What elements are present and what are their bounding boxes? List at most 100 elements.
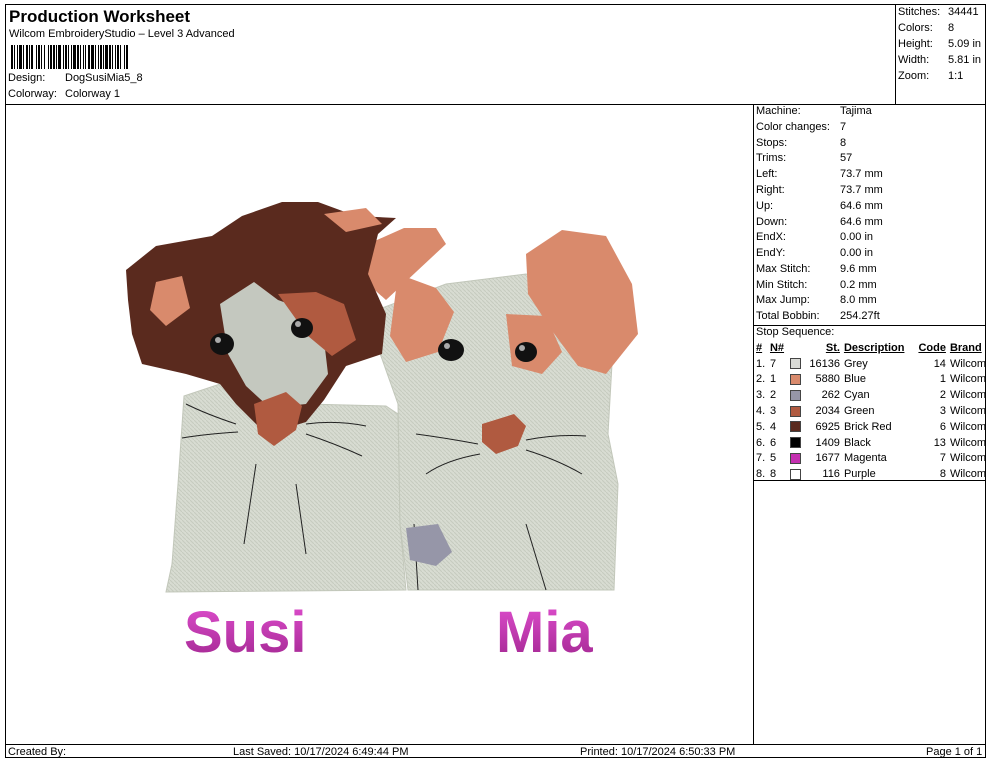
design-row: Design: DogSusiMia5_8 (8, 72, 143, 84)
machine-value: 0.00 in (840, 231, 874, 243)
col-swatch (790, 340, 806, 356)
stat-label: Stitches: (898, 6, 941, 18)
color-swatch (789, 468, 801, 480)
machine-panel: Machine: Tajima Color changes: 7 Stops: 8 T… (753, 104, 986, 744)
stats-panel: Stitches: 34441 Colors: 8 Height: 5.09 in W… (895, 5, 986, 105)
stat-value: 34441 (948, 6, 979, 18)
footer: Created By: Last Saved: 10/17/2024 6:49:… (6, 744, 985, 759)
stop-sequence-table: # N# St. Description Code Brand 1. 7 16136… (754, 340, 986, 482)
seq-swatch (789, 372, 806, 388)
machine-label: Machine: (756, 105, 801, 117)
col-num: # (756, 341, 763, 354)
stop-sequence-title: Stop Sequence: (756, 326, 835, 338)
machine-label: Min Stitch: (756, 279, 808, 291)
seq-stitches: 1409 (815, 436, 840, 449)
susi-eye-right (291, 318, 313, 338)
machine-label: Down: (756, 216, 788, 228)
color-swatch (789, 453, 801, 465)
stat-label: Width: (898, 54, 930, 66)
col-description: Description (843, 341, 905, 354)
color-swatch (789, 374, 801, 386)
machine-value: 9.6 mm (840, 263, 877, 275)
seq-description: Cyan (843, 389, 870, 402)
seq-code: 6 (939, 420, 946, 433)
seq-num: 6. (756, 436, 766, 449)
machine-row: Machine: Tajima (756, 105, 872, 121)
stat-value: 8 (948, 22, 955, 34)
seq-swatch (789, 451, 806, 467)
design-value: DogSusiMia5_8 (65, 72, 143, 84)
barcode (11, 45, 243, 69)
machine-row: EndY: 0.00 in (756, 247, 873, 263)
stat-label: Height: (898, 38, 933, 50)
machine-label: Total Bobbin: (756, 310, 820, 322)
seq-num: 4. (756, 405, 766, 418)
table-row: 6. 6 1409 Black 13 Wilcom (754, 435, 986, 451)
seq-stitches: 16136 (809, 357, 840, 370)
seq-code: 3 (939, 405, 946, 418)
table-row: 4. 3 2034 Green 3 Wilcom (754, 403, 986, 419)
seq-num: 5. (756, 420, 766, 433)
machine-label: Color changes: (756, 121, 830, 133)
seq-brand: Wilcom (949, 436, 986, 449)
seq-swatch (789, 435, 806, 451)
seq-code: 14 (933, 357, 946, 370)
machine-row: Max Jump: 8.0 mm (756, 294, 877, 310)
machine-value: 8 (840, 137, 847, 149)
seq-swatch (789, 403, 806, 419)
mia-name: Mia (496, 600, 593, 665)
seq-swatch (789, 356, 806, 372)
stat-value: 1:1 (948, 70, 964, 82)
seq-needle: 1 (769, 373, 777, 386)
machine-row: Left: 73.7 mm (756, 168, 883, 184)
seq-brand: Wilcom (949, 420, 986, 433)
machine-row: Trims: 57 (756, 152, 852, 168)
seq-swatch (789, 387, 806, 403)
machine-value: 0.2 mm (840, 279, 877, 291)
susi-eye-left (210, 333, 234, 355)
col-code: Code (918, 341, 946, 354)
machine-label: Right: (756, 184, 785, 196)
machine-label: Left: (756, 168, 778, 180)
seq-stitches: 5880 (815, 373, 840, 386)
seq-swatch (789, 419, 806, 435)
seq-num: 3. (756, 389, 766, 402)
design-label: Design: (8, 72, 46, 84)
color-swatch (789, 405, 801, 417)
seq-needle: 3 (769, 405, 777, 418)
seq-code: 7 (939, 452, 946, 465)
stat-row: Colors: 8 (898, 22, 954, 34)
seq-description: Green (843, 405, 875, 418)
seq-brand: Wilcom (949, 389, 986, 402)
machine-label: Max Jump: (756, 294, 810, 306)
machine-row: Max Stitch: 9.6 mm (756, 263, 877, 279)
colorway-value: Colorway 1 (65, 88, 121, 100)
machine-value: 64.6 mm (840, 216, 883, 228)
stat-row: Zoom: 1:1 (898, 70, 963, 82)
seq-brand: Wilcom (949, 373, 986, 386)
table-row: 7. 5 1677 Magenta 7 Wilcom (754, 451, 986, 467)
seq-needle: 7 (769, 357, 777, 370)
machine-value: 73.7 mm (840, 184, 883, 196)
machine-label: Stops: (756, 137, 788, 149)
susi-name: Susi (184, 600, 307, 665)
table-header-row: # N# St. Description Code Brand (754, 340, 986, 356)
machine-label: EndY: (756, 247, 786, 259)
software-subtitle: Wilcom EmbroideryStudio – Level 3 Advanc… (9, 28, 235, 40)
seq-stitches: 6925 (815, 420, 840, 433)
mia-eye-left (438, 339, 464, 361)
machine-label: Up: (756, 200, 774, 212)
machine-value: 7 (840, 121, 847, 133)
machine-value: 8.0 mm (840, 294, 877, 306)
design-preview: Susi Mia (6, 104, 753, 744)
stat-row: Width: 5.81 in (898, 54, 981, 66)
machine-row: Down: 64.6 mm (756, 216, 883, 232)
machine-row: EndX: 0.00 in (756, 231, 873, 247)
seq-needle: 6 (769, 436, 777, 449)
seq-description: Grey (843, 357, 868, 370)
stat-row: Stitches: 34441 (898, 6, 979, 18)
colorway-label: Colorway: (8, 88, 57, 100)
seq-brand: Wilcom (949, 357, 986, 370)
colorway-row: Colorway: Colorway 1 (8, 88, 120, 100)
color-swatch (789, 389, 801, 401)
